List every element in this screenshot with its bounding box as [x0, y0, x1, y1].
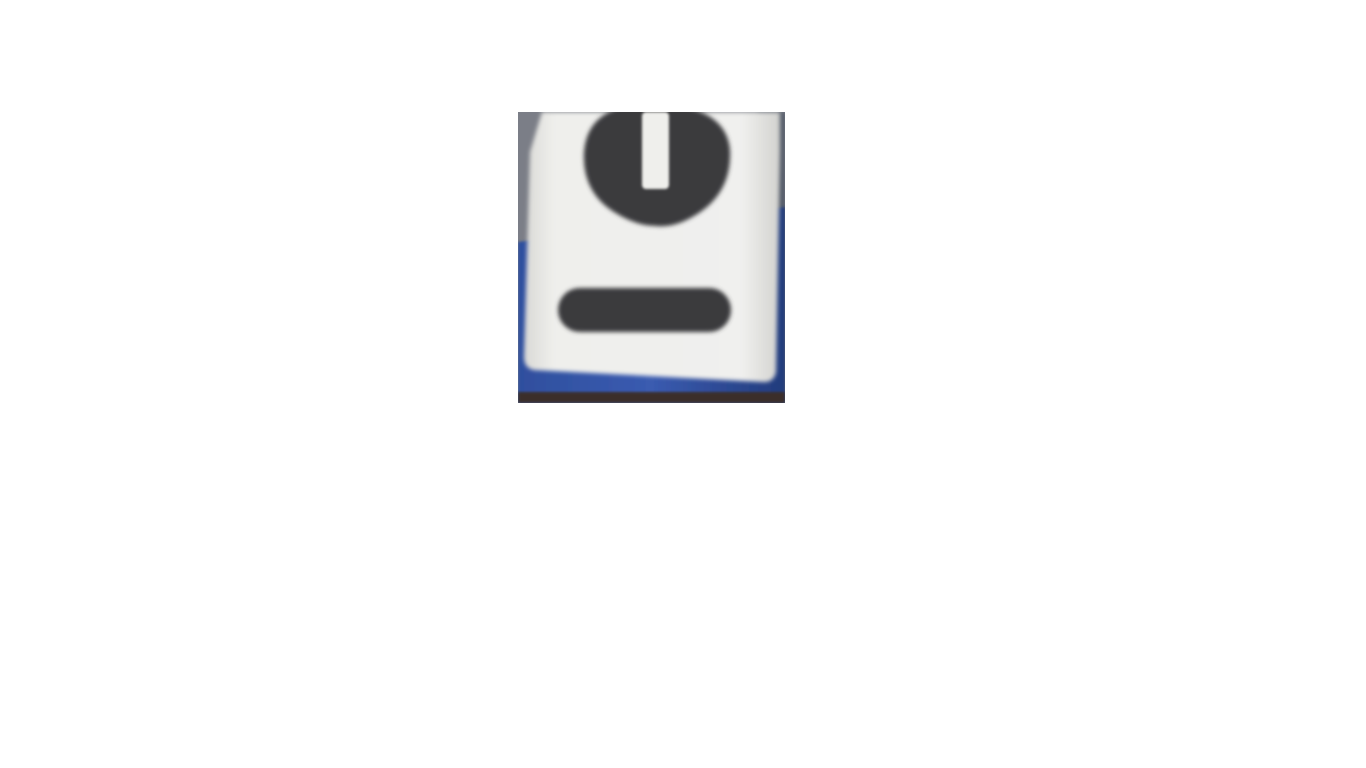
bottom-edge [518, 392, 785, 403]
white-slot [642, 112, 669, 189]
photo [518, 112, 785, 403]
dark-bar [558, 288, 731, 332]
photo-illustration [518, 112, 785, 403]
image-viewer-page [0, 0, 1366, 768]
